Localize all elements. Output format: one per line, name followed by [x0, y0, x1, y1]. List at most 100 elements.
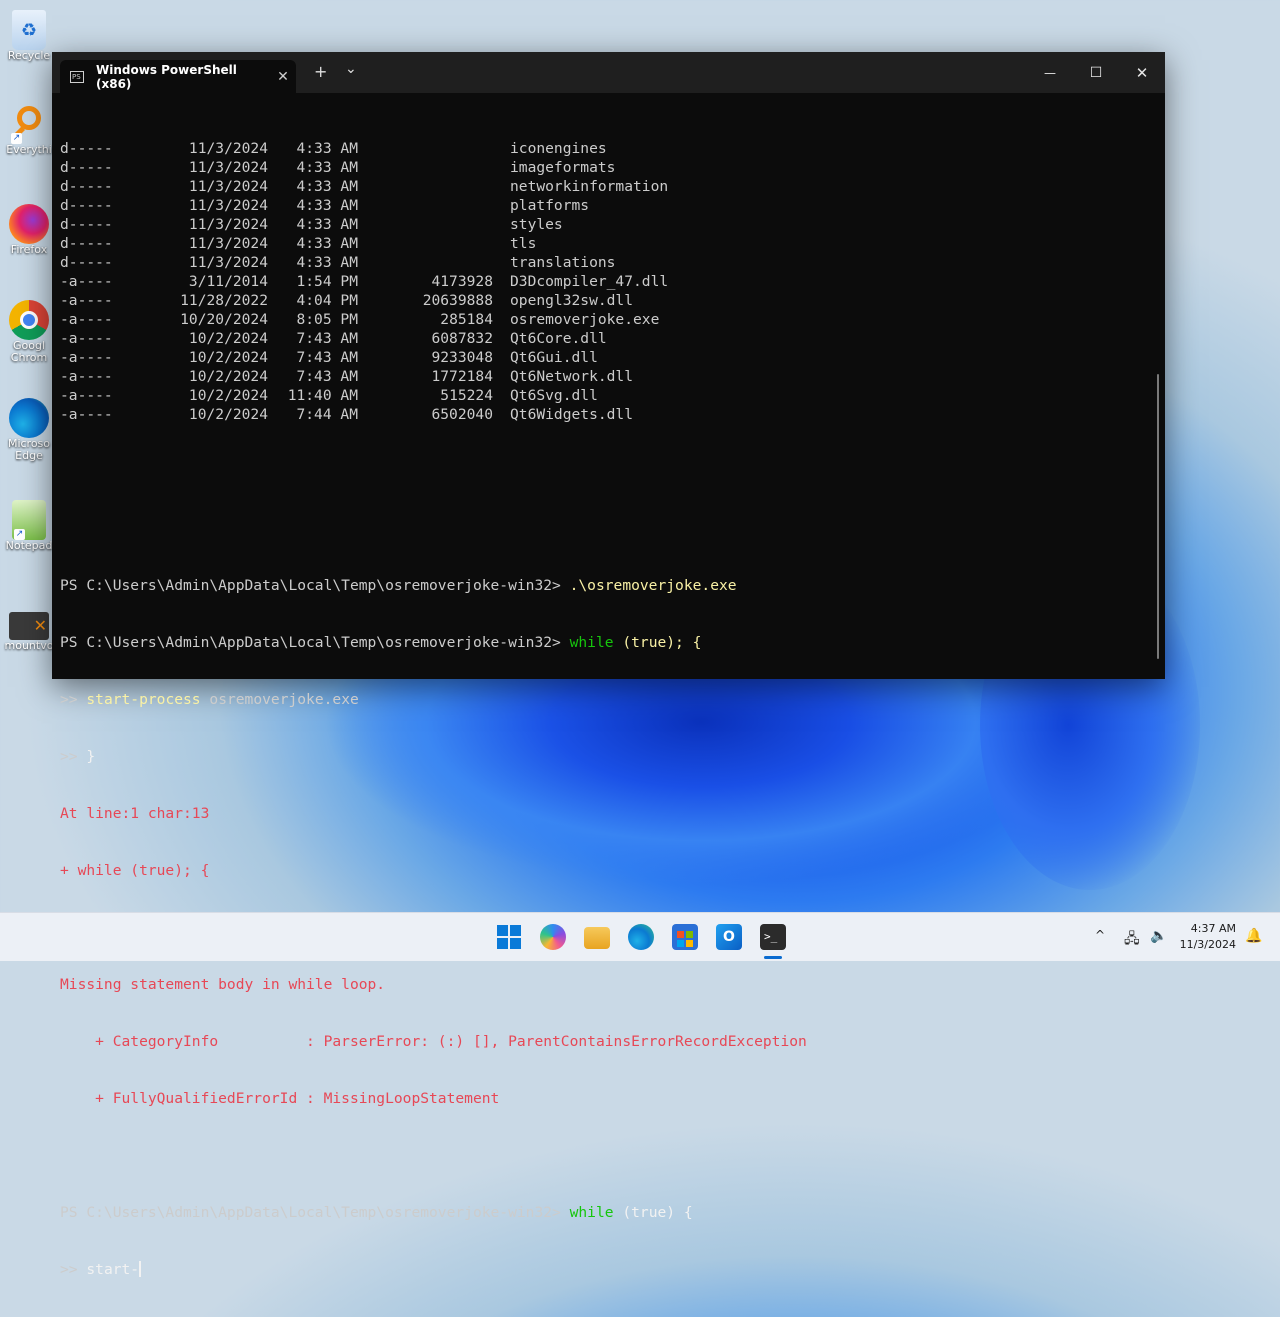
listing-length: 4173928	[431, 273, 493, 290]
current-input[interactable]: start-	[86, 1261, 139, 1278]
store-icon[interactable]	[672, 924, 698, 950]
desktop-icon-firefox[interactable]: Firefox	[4, 204, 54, 256]
command-arg: osremoverjoke.exe	[209, 691, 359, 708]
notification-bell-icon[interactable]: 🔔	[1245, 928, 1262, 944]
listing-time: 11:40 AM	[287, 387, 358, 404]
command-line: >> start-process osremoverjoke.exe	[60, 690, 1165, 709]
listing-time: 7:43 AM	[296, 349, 358, 366]
listing-name: translations	[510, 254, 616, 271]
command-text: (true) {	[622, 1204, 693, 1221]
desktop-icon-mountvol[interactable]: ✕ mountvo	[4, 612, 54, 652]
listing-date: 10/2/2024	[188, 406, 268, 423]
listing-length: 6502040	[431, 406, 493, 423]
listing-name: Qt6Svg.dll	[510, 387, 598, 404]
listing-time: 7:43 AM	[296, 330, 358, 347]
listing-name: opengl32sw.dll	[510, 292, 634, 309]
listing-row: d----- 11/3/2024 4:33 AM translations	[60, 253, 1060, 272]
new-tab-button[interactable]: +	[314, 62, 327, 81]
maximize-button[interactable]: ☐	[1073, 60, 1119, 86]
edge-taskbar-icon[interactable]	[628, 924, 654, 950]
listing-time: 1:54 PM	[296, 273, 358, 290]
desktop-icon-label: Googl Chrom	[10, 339, 48, 364]
listing-time: 4:33 AM	[296, 197, 358, 214]
scrollbar[interactable]	[1157, 374, 1159, 659]
prompt: PS C:\Users\Admin\AppData\Local\Temp\osr…	[60, 1204, 561, 1221]
listing-name: styles	[510, 216, 563, 233]
keyword: while	[569, 1204, 614, 1221]
input-line[interactable]: >> start-	[60, 1260, 1165, 1279]
listing-time: 8:05 PM	[296, 311, 358, 328]
listing-time: 4:04 PM	[296, 292, 358, 309]
network-icon[interactable]: 🖧	[1124, 928, 1140, 952]
clock[interactable]: 4:37 AM 11/3/2024	[1180, 921, 1236, 953]
start-button[interactable]	[496, 924, 522, 950]
listing-name: imageformats	[510, 159, 616, 176]
listing-name: iconengines	[510, 140, 607, 157]
volume-icon[interactable]: 🔈	[1150, 928, 1167, 944]
terminal-titlebar[interactable]: PS Windows PowerShell (x86) ✕ + ⌄ — ☐ ✕	[52, 52, 1165, 93]
listing-mode: d-----	[60, 140, 113, 157]
tray-overflow-chevron-icon[interactable]: ^	[1095, 928, 1105, 942]
close-button[interactable]: ✕	[1119, 60, 1165, 86]
tab-powershell[interactable]: PS Windows PowerShell (x86) ✕	[60, 60, 296, 93]
desktop-icon-recycle-bin[interactable]: ♻ Recycle	[4, 10, 54, 62]
listing-mode: -a----	[60, 406, 113, 423]
listing-mode: d-----	[60, 178, 113, 195]
terminal-output[interactable]: d----- 11/3/2024 4:33 AM iconengines d----- 1…	[60, 101, 1165, 1278]
command-line: >> }	[60, 747, 1165, 766]
directory-listing: d----- 11/3/2024 4:33 AM iconengines d----- 1…	[60, 139, 1165, 424]
file-explorer-icon[interactable]	[584, 927, 610, 949]
listing-date: 11/3/2024	[188, 197, 268, 214]
command-text: .\osremoverjoke.exe	[569, 577, 737, 594]
listing-length: 285184	[440, 311, 493, 328]
command-text: start-process	[86, 691, 201, 708]
listing-name: platforms	[510, 197, 590, 214]
tab-dropdown-button[interactable]: ⌄	[345, 61, 357, 77]
listing-row: -a---- 10/2/2024 7:43 AM 1772184 Qt6Network.…	[60, 367, 1060, 386]
error-line: Missing statement body in while loop.	[60, 976, 386, 993]
listing-row: d----- 11/3/2024 4:33 AM networkinformation	[60, 177, 1060, 196]
continuation-prompt: >>	[60, 1261, 78, 1278]
outlook-icon[interactable]: O	[716, 924, 742, 950]
listing-row: d----- 11/3/2024 4:33 AM iconengines	[60, 139, 1060, 158]
listing-date: 10/2/2024	[188, 368, 268, 385]
listing-time: 7:43 AM	[296, 368, 358, 385]
notepad-icon: ↗	[12, 500, 46, 540]
listing-length: 515224	[440, 387, 493, 404]
error-line: + FullyQualifiedErrorId : MissingLoopSta…	[60, 1090, 500, 1107]
listing-row: d----- 11/3/2024 4:33 AM imageformats	[60, 158, 1060, 177]
listing-mode: -a----	[60, 368, 113, 385]
command-text: }	[86, 748, 96, 765]
copilot-icon[interactable]	[540, 924, 566, 950]
listing-row: -a---- 10/20/2024 8:05 PM 285184 osremoverjo…	[60, 310, 1060, 329]
listing-length: 20639888	[422, 292, 493, 309]
mountvol-icon: ✕	[9, 612, 49, 640]
listing-row: d----- 11/3/2024 4:33 AM tls	[60, 234, 1060, 253]
clock-time: 4:37 AM	[1190, 922, 1236, 935]
listing-mode: -a----	[60, 330, 113, 347]
terminal-taskbar-icon[interactable]: >_	[760, 924, 786, 950]
desktop-icon-edge[interactable]: Microso Edge	[4, 398, 54, 462]
prompt: PS C:\Users\Admin\AppData\Local\Temp\osr…	[60, 634, 561, 651]
minimize-button[interactable]: —	[1027, 60, 1073, 86]
listing-mode: d-----	[60, 254, 113, 271]
desktop-icon-chrome[interactable]: Googl Chrom	[4, 300, 54, 364]
desktop-icon-label: Firefox	[10, 243, 48, 256]
desktop-icon-label: Recycle	[7, 49, 51, 62]
listing-name: tls	[510, 235, 537, 252]
tab-title: Windows PowerShell (x86)	[96, 62, 237, 91]
listing-time: 4:33 AM	[296, 140, 358, 157]
desktop-icon-notepad[interactable]: ↗ Notepad	[4, 500, 54, 552]
close-tab-icon[interactable]: ✕	[270, 69, 296, 85]
listing-date: 11/3/2024	[188, 216, 268, 233]
listing-row: d----- 11/3/2024 4:33 AM platforms	[60, 196, 1060, 215]
listing-date: 10/20/2024	[180, 311, 268, 328]
terminal-window[interactable]: PS Windows PowerShell (x86) ✕ + ⌄ — ☐ ✕ …	[52, 52, 1165, 1278]
listing-date: 11/3/2024	[188, 254, 268, 271]
listing-time: 4:33 AM	[296, 178, 358, 195]
listing-mode: -a----	[60, 311, 113, 328]
keyword: while	[569, 634, 614, 651]
desktop-icon-everything[interactable]: ↗ Everythi	[4, 104, 54, 156]
listing-length: 1772184	[431, 368, 493, 385]
listing-row: -a---- 10/2/2024 7:43 AM 9233048 Qt6Gui.dll	[60, 348, 1060, 367]
